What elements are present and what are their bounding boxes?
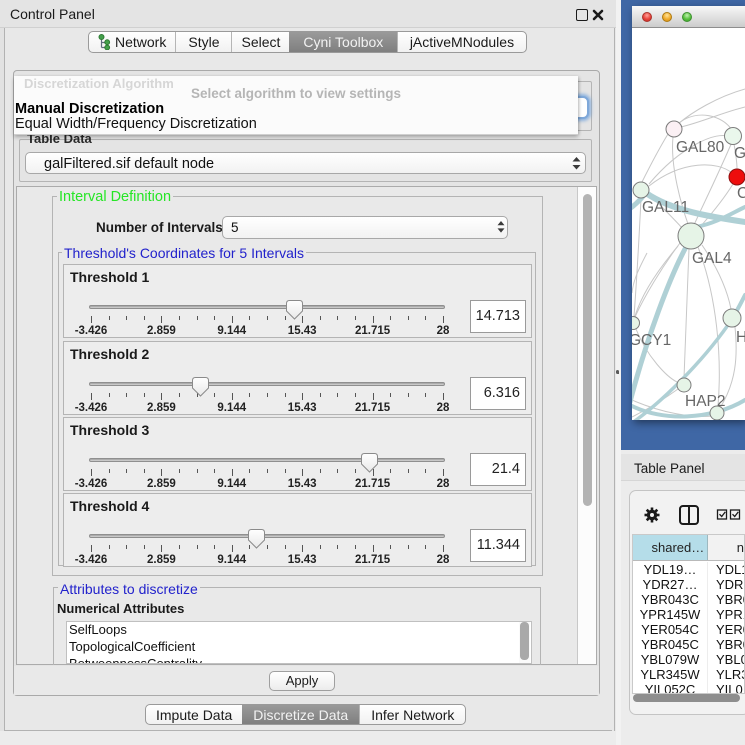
svg-text:GA: GA [734,145,745,162]
svg-text:GAL80: GAL80 [676,139,725,156]
svg-text:GAL11: GAL11 [642,199,689,216]
svg-text:HAP2: HAP2 [685,393,726,410]
svg-text:CY: CY [737,185,745,202]
svg-text:HI: HI [736,329,745,346]
svg-text:GCY1: GCY1 [632,332,671,349]
svg-text:GAL4: GAL4 [692,250,732,267]
